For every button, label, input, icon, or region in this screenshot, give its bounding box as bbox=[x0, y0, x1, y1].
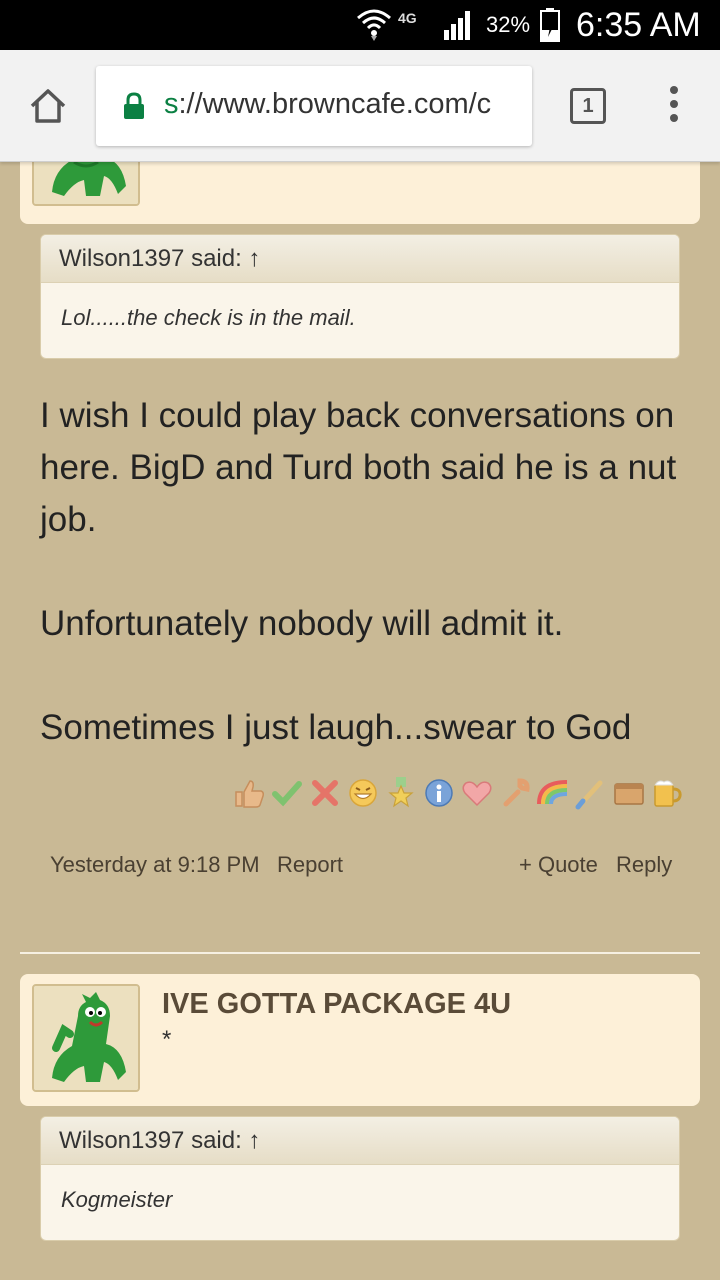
tab-switcher-button[interactable]: 1 bbox=[570, 88, 606, 124]
user-info-block: IVE GOTTA PACKAGE 4U * bbox=[20, 974, 700, 1106]
useful-icon[interactable] bbox=[498, 776, 532, 810]
winner-icon[interactable] bbox=[384, 776, 418, 810]
love-icon[interactable] bbox=[460, 776, 494, 810]
quote-link[interactable]: + Quote bbox=[519, 852, 598, 878]
quote-block: Wilson1397 said: ↑ Kogmeister bbox=[40, 1116, 680, 1241]
status-bar: 4G 32% 6:35 AM bbox=[0, 0, 720, 50]
creative-icon[interactable] bbox=[574, 776, 608, 810]
report-link[interactable]: Report bbox=[277, 852, 343, 878]
user-rank: * bbox=[162, 1026, 172, 1053]
quote-text: Lol......the check is in the mail. bbox=[61, 305, 356, 330]
home-icon[interactable] bbox=[28, 86, 68, 126]
agree-icon[interactable] bbox=[270, 776, 304, 810]
address-bar[interactable]: s://www.browncafe.com/c bbox=[96, 66, 532, 146]
quote-text: Kogmeister bbox=[61, 1187, 173, 1212]
avatar[interactable] bbox=[32, 984, 140, 1092]
post-message: I wish I could play back conversations o… bbox=[40, 390, 700, 806]
disagree-icon[interactable] bbox=[308, 776, 342, 810]
rainbow-icon[interactable] bbox=[536, 776, 570, 810]
reply-link[interactable]: Reply bbox=[616, 852, 672, 878]
quote-author[interactable]: Wilson1397 said: ↑ bbox=[41, 235, 679, 283]
quote-author[interactable]: Wilson1397 said: ↑ bbox=[41, 1117, 679, 1165]
post-divider bbox=[20, 952, 700, 954]
message-paragraph: Sometimes I just laugh...swear to God bbox=[40, 708, 632, 747]
signal-icon bbox=[444, 11, 470, 40]
quote-block: Wilson1397 said: ↑ Lol......the check is… bbox=[40, 234, 680, 359]
lock-icon bbox=[124, 92, 144, 119]
wifi-icon bbox=[357, 9, 391, 41]
browser-toolbar: s://www.browncafe.com/c 1 bbox=[0, 50, 720, 162]
gumby-avatar-icon bbox=[34, 986, 138, 1090]
battery-percent: 32% bbox=[486, 12, 531, 37]
url-text: s://www.browncafe.com/c bbox=[164, 88, 492, 120]
user-title: IVE GOTTA PACKAGE 4U bbox=[162, 988, 512, 1020]
overflow-menu-icon[interactable] bbox=[666, 86, 682, 126]
box-icon[interactable] bbox=[612, 776, 646, 810]
beer-icon[interactable] bbox=[650, 776, 684, 810]
informative-icon[interactable] bbox=[422, 776, 456, 810]
clock: 6:35 AM bbox=[576, 6, 701, 44]
battery-charging-icon bbox=[540, 8, 560, 42]
network-type: 4G bbox=[398, 10, 417, 26]
reaction-bar bbox=[232, 776, 692, 816]
post-timestamp[interactable]: Yesterday at 9:18 PM bbox=[50, 852, 260, 878]
message-paragraph: I wish I could play back conversations o… bbox=[40, 396, 677, 539]
message-paragraph: Unfortunately nobody will admit it. bbox=[40, 604, 564, 643]
like-icon[interactable] bbox=[232, 776, 266, 810]
funny-icon[interactable] bbox=[346, 776, 380, 810]
